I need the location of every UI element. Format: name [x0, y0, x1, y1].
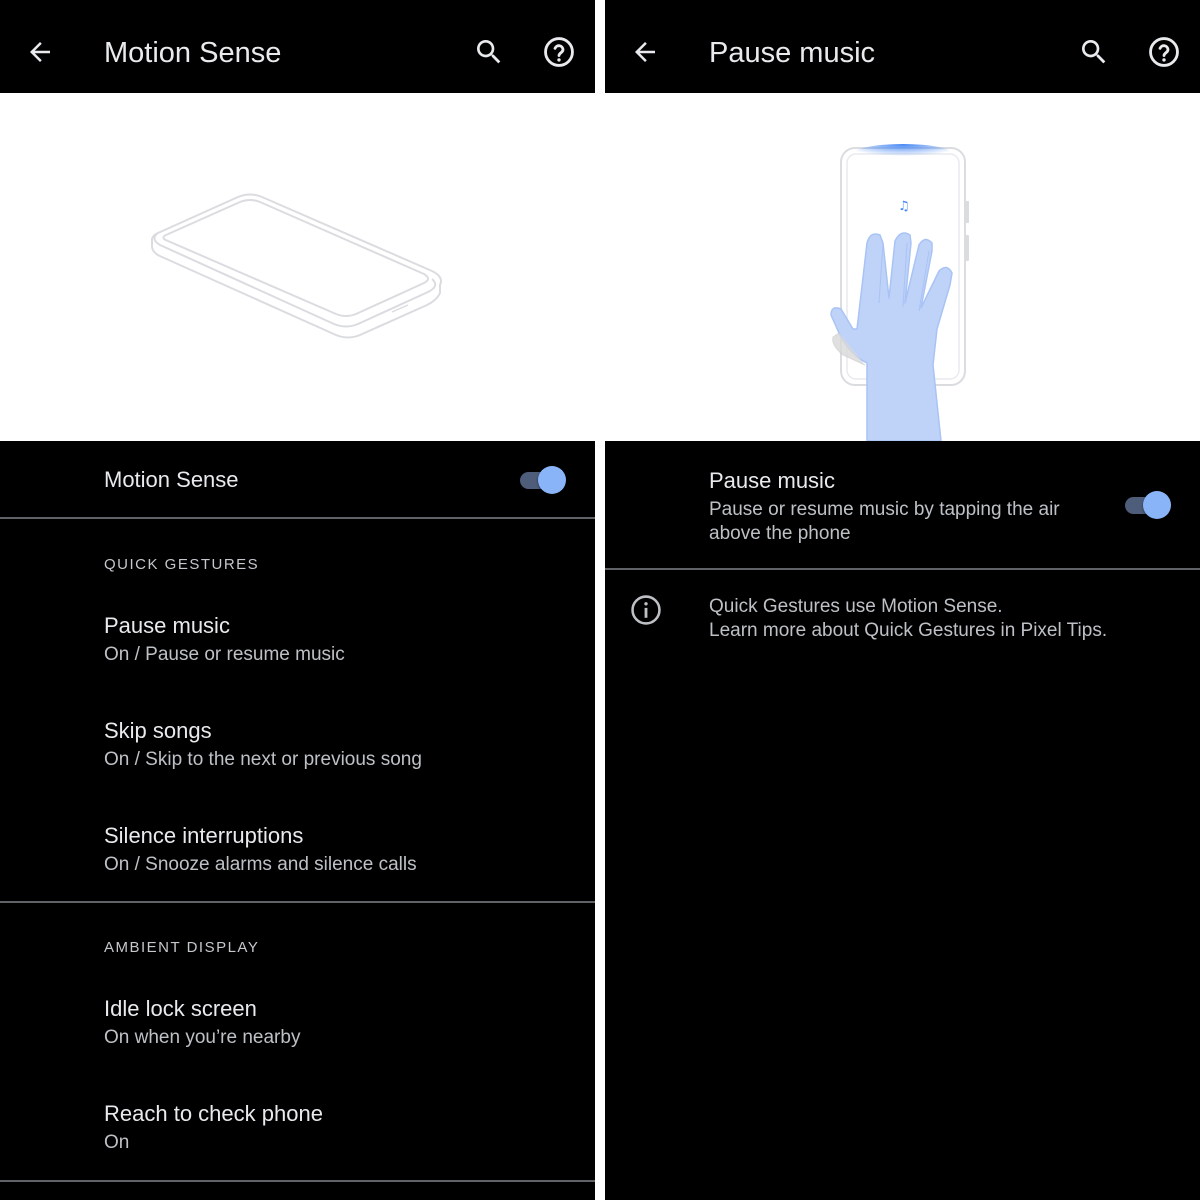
search-button[interactable]: [471, 34, 507, 70]
switch-thumb: [538, 466, 566, 494]
motion-sense-illustration: [0, 93, 595, 441]
pref-item-title: Idle lock screen: [104, 996, 257, 1021]
setting-summary-line-1: Pause or resume music by tapping the air: [709, 499, 1060, 520]
switch-thumb: [1143, 491, 1171, 519]
pref-item-summary: On: [104, 1132, 130, 1153]
motion-sense-screen: Motion Sense Motion Sense QUICK GESTURES…: [0, 0, 595, 1200]
pref-item-summary: On / Skip to the next or previous song: [104, 749, 422, 770]
pixel-tips-link[interactable]: Learn more about Quick Gestures in Pixel…: [709, 619, 1107, 643]
pref-item-summary: On / Snooze alarms and silence calls: [104, 854, 417, 875]
pref-item-summary: On / Pause or resume music: [104, 644, 345, 665]
motion-sense-toggle-row[interactable]: Motion Sense: [0, 441, 595, 519]
back-button[interactable]: [22, 34, 58, 70]
app-bar: Pause music: [605, 0, 1200, 93]
divider: [0, 901, 595, 903]
help-button[interactable]: [1146, 34, 1182, 70]
search-button[interactable]: [1076, 34, 1112, 70]
hand-over-phone-illustration: ♫: [830, 144, 969, 442]
app-bar: Motion Sense: [0, 0, 595, 93]
section-header-quick-gestures: QUICK GESTURES: [104, 556, 260, 573]
pause-music-illustration: ♫: [605, 93, 1200, 442]
phone-flat-illustration: [151, 193, 442, 339]
pref-item-title: Pause music: [104, 613, 230, 638]
pause-music-toggle-row[interactable]: Pause music Pause or resume music by tap…: [605, 441, 1200, 569]
music-note-icon: ♫: [898, 199, 910, 214]
help-button[interactable]: [541, 34, 577, 70]
pref-item-silence-interruptions[interactable]: Silence interruptions On / Snooze alarms…: [0, 810, 595, 900]
page-title: Motion Sense: [104, 37, 282, 69]
help-icon: [544, 37, 574, 67]
divider: [0, 1180, 595, 1182]
info-text-line-1: Quick Gestures use Motion Sense.: [709, 596, 1003, 617]
pref-item-title: Skip songs: [104, 718, 212, 743]
motion-sense-label: Motion Sense: [104, 467, 239, 492]
motion-sense-switch[interactable]: [518, 465, 568, 495]
search-icon: [1082, 40, 1106, 64]
arrow-back-icon: [635, 42, 655, 62]
pref-item-title: Silence interruptions: [104, 823, 304, 848]
divider: [605, 568, 1200, 570]
pref-item-summary: On when you’re nearby: [104, 1027, 301, 1048]
setting-title: Pause music: [709, 468, 835, 493]
pause-music-screen: Pause music ♫ Pause music Pause or resum…: [605, 0, 1200, 1200]
divider: [0, 517, 595, 519]
search-icon: [477, 40, 501, 64]
setting-summary-line-2: above the phone: [709, 523, 851, 544]
pref-item-reach-to-check-phone[interactable]: Reach to check phone On: [0, 1088, 595, 1178]
pref-item-title: Reach to check phone: [104, 1101, 323, 1126]
help-icon: [1149, 37, 1179, 67]
pref-item-idle-lock-screen[interactable]: Idle lock screen On when you’re nearby: [0, 983, 595, 1083]
info-icon: [629, 593, 663, 627]
section-header-ambient-display: AMBIENT DISPLAY: [104, 939, 260, 956]
pref-item-skip-songs[interactable]: Skip songs On / Skip to the next or prev…: [0, 705, 595, 805]
arrow-back-icon: [30, 42, 50, 62]
page-title: Pause music: [709, 37, 876, 69]
pref-item-pause-music[interactable]: Pause music On / Pause or resume music: [0, 600, 595, 700]
pause-music-switch[interactable]: [1123, 490, 1173, 520]
back-button[interactable]: [627, 34, 663, 70]
